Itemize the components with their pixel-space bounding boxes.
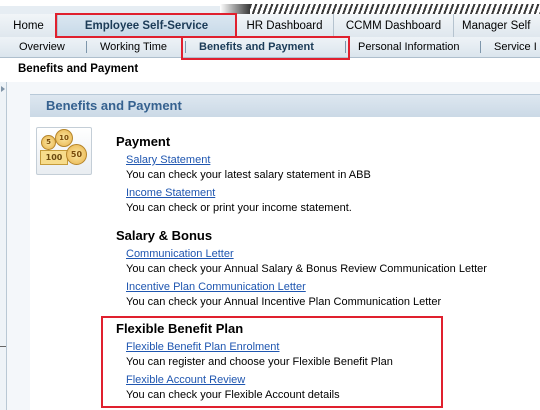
desc-flexible-account-review: You can check your Flexible Account deta… — [126, 389, 340, 401]
top-level-navigation: Home Employee Self-Service HR Dashboard … — [0, 14, 540, 38]
banknote-100: 100 — [40, 150, 68, 165]
subtab-benefits-and-payment[interactable]: Benefits and Payment — [199, 37, 314, 57]
desc-salary-statement: You can check your latest salary stateme… — [126, 169, 371, 181]
coin-5: 5 — [41, 135, 56, 150]
page-header: Benefits and Payment — [0, 58, 540, 83]
desc-incentive-plan-letter: You can check your Annual Incentive Plan… — [126, 296, 442, 308]
link-flexible-benefit-enrolment[interactable]: Flexible Benefit Plan Enrolment — [126, 341, 279, 353]
section-title-salary-bonus: Salary & Bonus — [116, 228, 213, 243]
top-decorative-strip — [0, 0, 540, 14]
left-bar-marker — [0, 346, 6, 347]
subtab-service[interactable]: Service I — [494, 37, 537, 57]
tab-manager-self-service[interactable]: Manager Self — [454, 14, 540, 37]
subtab-personal-information[interactable]: Personal Information — [358, 37, 460, 57]
coin-50: 50 — [66, 144, 87, 165]
page-title: Benefits and Payment — [18, 63, 139, 75]
tab-home[interactable]: Home — [0, 14, 58, 37]
desc-communication-letter: You can check your Annual Salary & Bonus… — [126, 263, 487, 275]
subtab-working-time[interactable]: Working Time — [100, 37, 167, 57]
money-coins-icon: 5 10 100 50 — [36, 127, 92, 175]
desc-flexible-benefit-enrolment: You can register and choose your Flexibl… — [126, 356, 393, 368]
subtab-separator — [345, 41, 346, 53]
link-flexible-account-review[interactable]: Flexible Account Review — [126, 374, 245, 386]
strip-gradient — [220, 4, 250, 14]
subtab-separator — [480, 41, 481, 53]
left-collapse-bar[interactable] — [0, 82, 7, 410]
link-salary-statement[interactable]: Salary Statement — [126, 154, 210, 166]
link-income-statement[interactable]: Income Statement — [126, 187, 215, 199]
panel-header: Benefits and Payment — [30, 94, 540, 117]
link-communication-letter[interactable]: Communication Letter — [126, 248, 234, 260]
expand-arrow-icon[interactable] — [1, 86, 5, 92]
link-incentive-plan-letter[interactable]: Incentive Plan Communication Letter — [126, 281, 306, 293]
sub-navigation: Overview Working Time Benefits and Payme… — [0, 37, 540, 58]
desc-income-statement: You can check or print your income state… — [126, 202, 352, 214]
subtab-separator — [185, 41, 186, 53]
strip-hatch-pattern — [250, 4, 540, 14]
tab-hr-dashboard[interactable]: HR Dashboard — [236, 14, 334, 37]
panel-title: Benefits and Payment — [46, 98, 182, 113]
tab-employee-self-service[interactable]: Employee Self-Service — [58, 14, 236, 37]
subtab-overview[interactable]: Overview — [19, 37, 65, 57]
coin-10: 10 — [55, 129, 73, 147]
subtab-separator — [86, 41, 87, 53]
section-title-payment: Payment — [116, 134, 171, 149]
tab-ccmm-dashboard[interactable]: CCMM Dashboard — [334, 14, 454, 37]
section-title-flexible-benefit-plan: Flexible Benefit Plan — [116, 321, 244, 336]
